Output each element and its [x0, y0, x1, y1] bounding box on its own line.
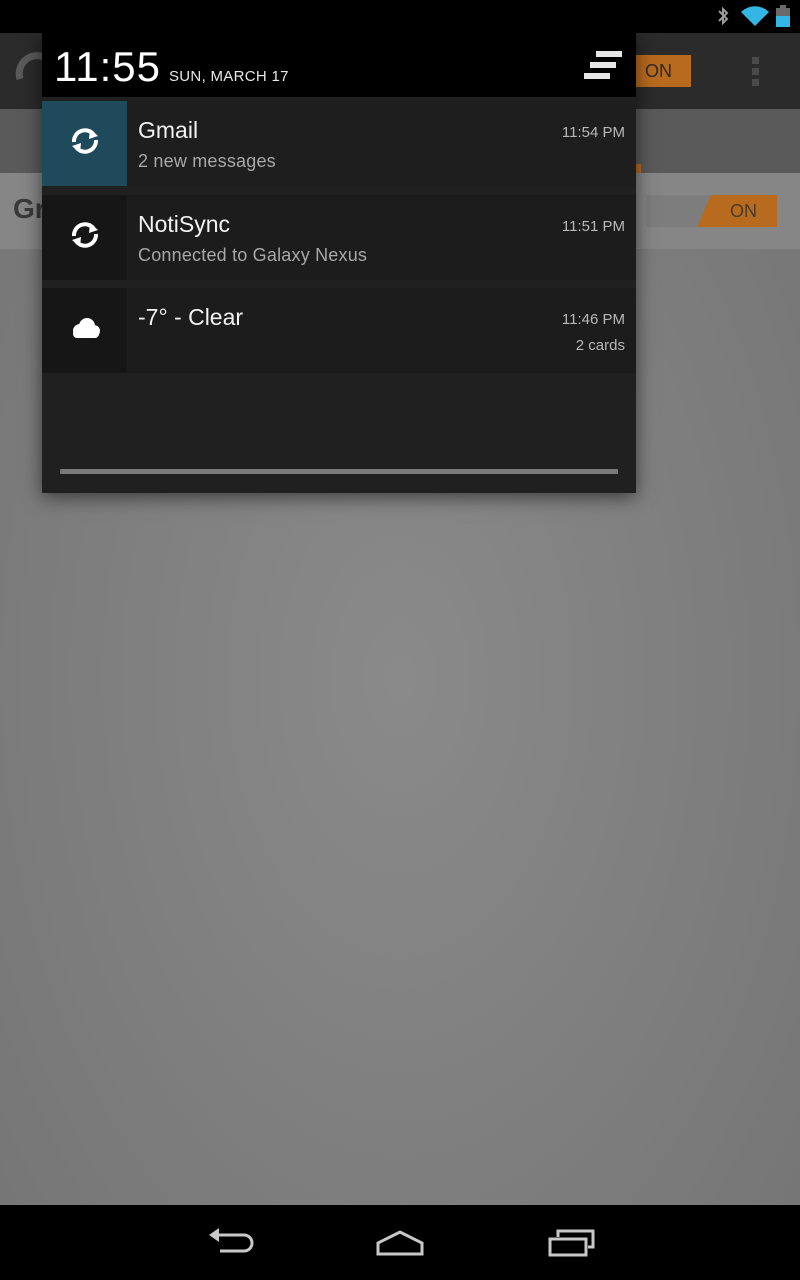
app-row-switch-on: ON — [697, 195, 777, 227]
cloud-icon — [68, 316, 102, 345]
clear-all-icon[interactable] — [582, 49, 624, 83]
navigation-bar — [0, 1205, 800, 1280]
notification-text: 2 new messages — [138, 151, 276, 171]
notification-time: 11:51 PM — [561, 218, 625, 235]
app-row-switch[interactable]: ON — [646, 195, 777, 227]
notification-weather[interactable]: -7° - Clear 11:46 PM 2 cards — [42, 288, 636, 373]
notification-body: -7° - Clear 11:46 PM 2 cards — [127, 288, 636, 373]
home-icon[interactable] — [375, 1229, 425, 1262]
notification-gmail[interactable]: Gmail 2 new messages 11:54 PM — [42, 101, 636, 186]
notification-title: -7° - Clear — [138, 304, 244, 330]
recents-icon[interactable] — [548, 1229, 596, 1262]
notification-body: Gmail 2 new messages 11:54 PM — [127, 101, 636, 186]
overflow-menu-icon[interactable] — [752, 57, 762, 87]
back-icon[interactable] — [206, 1227, 254, 1262]
app-tab-indicator — [636, 164, 641, 173]
notification-title: Gmail — [138, 117, 199, 143]
notification-icon-box — [42, 101, 127, 186]
notification-text: Connected to Galaxy Nexus — [138, 245, 368, 265]
wifi-icon — [740, 5, 770, 32]
notification-time: 11:54 PM — [561, 124, 625, 141]
notification-title: NotiSync — [138, 211, 231, 237]
notification-time: 11:46 PM — [561, 311, 625, 328]
notification-icon-box — [42, 195, 127, 280]
sync-icon — [68, 124, 102, 163]
status-bar — [0, 0, 800, 33]
app-header-toggle[interactable]: ON — [636, 55, 691, 87]
notification-notisync[interactable]: NotiSync Connected to Galaxy Nexus 11:51… — [42, 195, 636, 280]
shade-drag-handle[interactable] — [60, 469, 618, 474]
notification-info: 2 cards — [575, 337, 625, 354]
shade-clock: 11:55 — [54, 43, 161, 90]
sync-icon — [68, 218, 102, 257]
shade-date: SUN, MARCH 17 — [169, 68, 289, 85]
notification-icon-box — [42, 288, 127, 373]
battery-icon — [776, 5, 790, 32]
bluetooth-icon — [716, 5, 730, 32]
notification-shade: 11:55 SUN, MARCH 17 Gmail 2 new messages… — [42, 33, 636, 493]
shade-header: 11:55 SUN, MARCH 17 — [42, 33, 636, 97]
notification-body: NotiSync Connected to Galaxy Nexus 11:51… — [127, 195, 636, 280]
app-row-title: Gr — [13, 193, 46, 224]
